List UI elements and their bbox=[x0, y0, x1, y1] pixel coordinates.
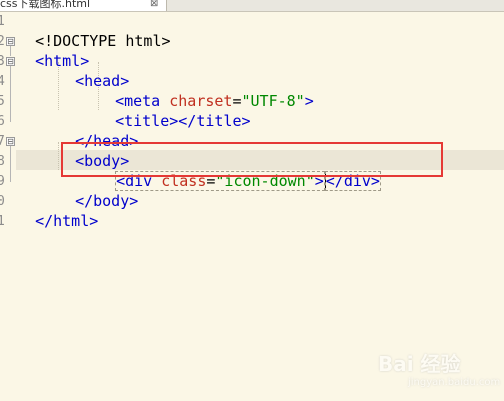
line-number: 8 bbox=[0, 154, 5, 169]
line-number: 4 bbox=[0, 74, 5, 89]
close-tab-icon[interactable]: ⊠ bbox=[150, 0, 158, 11]
line-number: 0 bbox=[0, 194, 5, 209]
fold-range-line bbox=[10, 46, 11, 56]
html-close-tag: </html> bbox=[35, 212, 99, 230]
code-line-5[interactable]: <title></title> bbox=[97, 91, 250, 130]
watermark-url: jingyan.baidu.com bbox=[408, 377, 501, 388]
file-tab[interactable]: css下载图标.html ⊠ bbox=[0, 0, 167, 11]
fold-toggle-icon[interactable]: ⊟ bbox=[6, 57, 15, 66]
code-line-2[interactable]: <html> bbox=[17, 31, 89, 70]
watermark-brand: Bai 经验 bbox=[378, 352, 461, 376]
baidu-jingyan-watermark: Bai 经验 jingyan.baidu.com bbox=[378, 344, 501, 394]
code-line-3[interactable]: <head> bbox=[57, 51, 129, 90]
fold-toggle-icon[interactable]: ⊟ bbox=[6, 137, 15, 146]
line-number-gutter: 1 2 3 4 5 6 7 8 9 0 1 ⊟ ⊟ ⊟ bbox=[0, 11, 16, 401]
tag-close-bracket: > bbox=[304, 92, 314, 110]
line-number: 5 bbox=[0, 94, 5, 109]
fold-toggle-icon[interactable]: ⊟ bbox=[6, 37, 15, 46]
line-number: 1 bbox=[0, 14, 5, 29]
code-line-10[interactable]: </html> bbox=[17, 191, 98, 230]
fold-range-line bbox=[10, 146, 11, 182]
code-line-4[interactable]: <meta charset="UTF-8"> bbox=[97, 71, 314, 110]
charset-value: "UTF-8" bbox=[241, 92, 305, 110]
line-number: 6 bbox=[0, 114, 5, 129]
line-number: 9 bbox=[0, 174, 5, 189]
annotation-highlight-box bbox=[61, 142, 443, 177]
file-tab-title: css下载图标.html bbox=[0, 0, 91, 10]
code-line-6[interactable]: </head> bbox=[57, 111, 138, 150]
code-line-1[interactable]: <!DOCTYPE html> bbox=[17, 11, 170, 50]
fold-range-line bbox=[10, 66, 11, 122]
line-number: 1 bbox=[0, 214, 5, 229]
